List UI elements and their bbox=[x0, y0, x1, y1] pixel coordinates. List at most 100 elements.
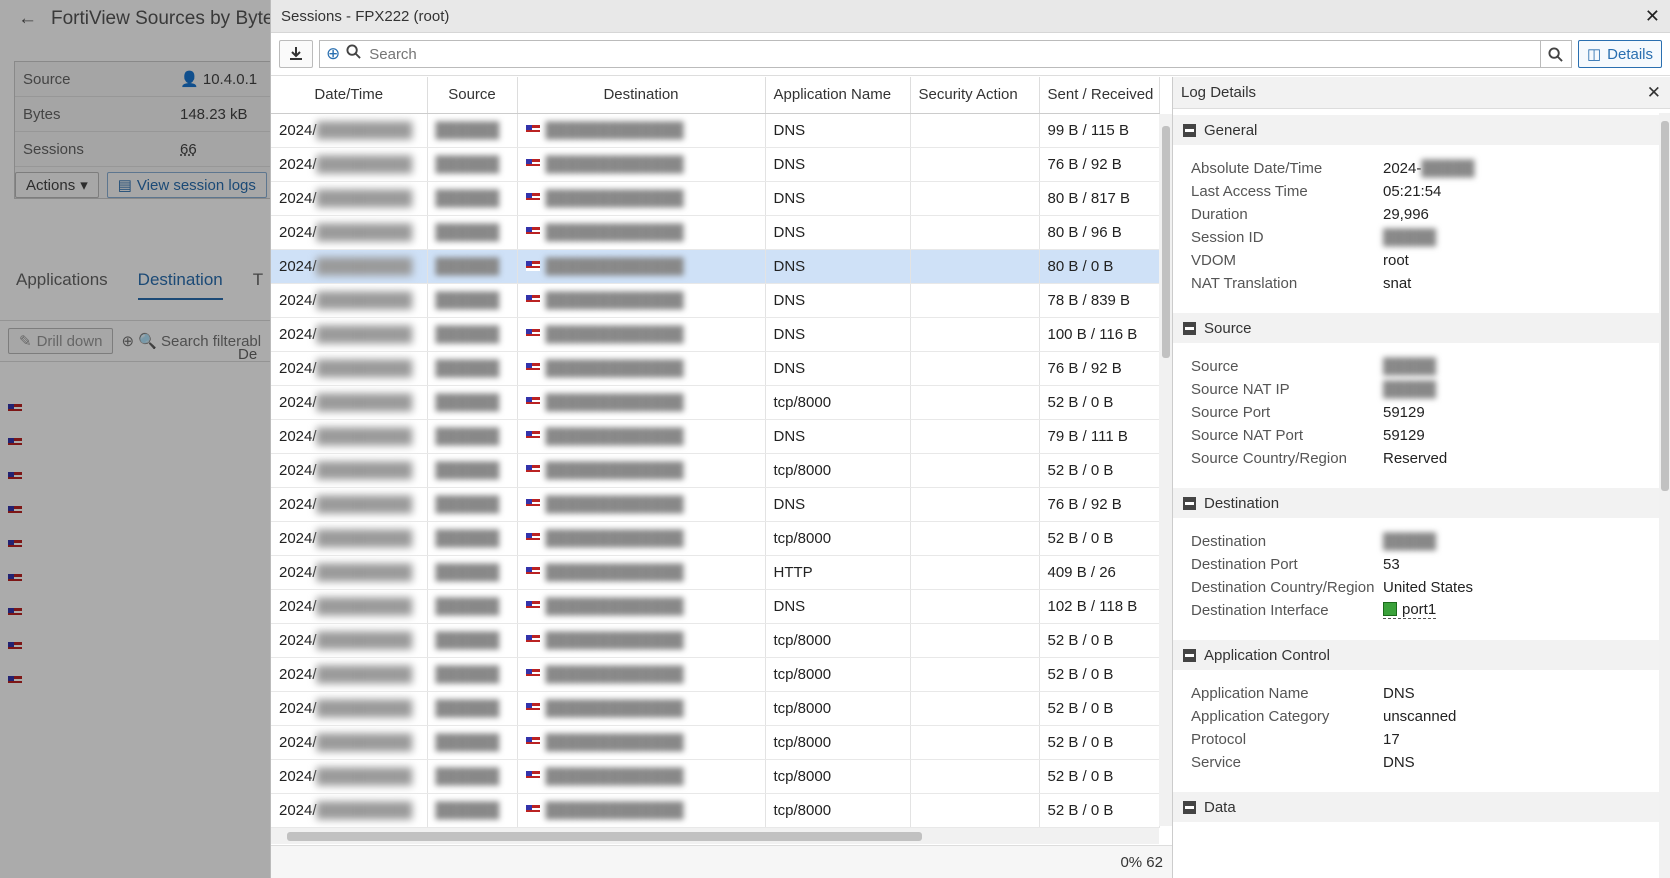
table-row[interactable]: 2024/█████████ ██████ █████████████ tcp/800… bbox=[271, 793, 1160, 828]
horizontal-scrollbar[interactable] bbox=[271, 828, 1159, 844]
table-row[interactable]: 2024/█████████ ██████ █████████████ DNS 99 B… bbox=[271, 113, 1160, 148]
view-session-logs-button[interactable]: ▤ View session logs bbox=[106, 172, 267, 198]
cell-source: ██████ bbox=[427, 215, 518, 250]
redacted-text: █████████ bbox=[316, 801, 413, 819]
table-row[interactable]: 2024/█████████ ██████ █████████████ DNS 79 B… bbox=[271, 419, 1160, 454]
redacted-text: █████████ bbox=[316, 427, 413, 445]
redacted-text: ██████ bbox=[435, 699, 500, 717]
detail-label: Last Access Time bbox=[1191, 183, 1308, 200]
redacted-text: █████████████ bbox=[545, 801, 684, 819]
us-flag-icon bbox=[525, 736, 540, 747]
table-row[interactable]: 2024/█████████ ██████ █████████████ tcp/800… bbox=[271, 385, 1160, 420]
summary-value: 66 bbox=[180, 140, 197, 158]
cell-destination: █████████████ bbox=[517, 555, 766, 590]
table-row[interactable]: 2024/█████████ ██████ █████████████ DNS 80 B… bbox=[271, 181, 1160, 216]
detail-row: Destination Interface port1 bbox=[1173, 599, 1670, 622]
table-row[interactable]: 2024/█████████ ██████ █████████████ DNS 102 … bbox=[271, 589, 1160, 624]
log-details-panel: Log Details ✕ General Absolute Date/Time 2… bbox=[1173, 77, 1670, 878]
search-box[interactable]: ⊕ bbox=[319, 40, 1541, 68]
interface-link[interactable]: port1 bbox=[1383, 601, 1437, 619]
redacted-text: █████████████ bbox=[545, 597, 684, 615]
cell-security-action bbox=[910, 215, 1040, 250]
cell-application: DNS bbox=[765, 249, 911, 284]
redacted-text: █████████████ bbox=[545, 257, 684, 275]
collapse-icon[interactable] bbox=[1183, 321, 1196, 335]
table-header-row: Date/Time Source Destination Application… bbox=[271, 77, 1160, 114]
cell-datetime: 2024/█████████ bbox=[271, 487, 428, 522]
detail-label: Destination Interface bbox=[1191, 602, 1329, 619]
detail-value: 05:21:54 bbox=[1383, 183, 1442, 200]
tab-destination[interactable]: Destination bbox=[137, 270, 223, 300]
section-header-destination[interactable]: Destination bbox=[1173, 488, 1670, 518]
detail-row: Absolute Date/Time 2024-█████ bbox=[1173, 157, 1670, 180]
column-header-security-action[interactable]: Security Action bbox=[910, 77, 1040, 114]
cell-source: ██████ bbox=[427, 555, 518, 590]
datetime-value: 2024/ bbox=[279, 359, 317, 377]
cell-datetime: 2024/█████████ bbox=[271, 249, 428, 284]
section-header-data[interactable]: Data bbox=[1173, 792, 1670, 822]
cell-security-action bbox=[910, 691, 1040, 726]
redacted-text: █████████ bbox=[316, 189, 413, 207]
column-header-source[interactable]: Source bbox=[427, 77, 518, 114]
redacted-text: █████████████ bbox=[545, 155, 684, 173]
table-row[interactable]: 2024/█████████ ██████ █████████████ tcp/800… bbox=[271, 623, 1160, 658]
cell-security-action bbox=[910, 487, 1040, 522]
table-row[interactable]: 2024/█████████ ██████ █████████████ DNS 80 B… bbox=[271, 215, 1160, 250]
redacted-text: █████████████ bbox=[545, 767, 684, 785]
cell-destination: █████████████ bbox=[517, 725, 766, 760]
tab-applications[interactable]: Applications bbox=[16, 270, 108, 300]
table-row[interactable]: 2024/█████████ ██████ █████████████ tcp/800… bbox=[271, 453, 1160, 488]
close-icon[interactable]: ✕ bbox=[1647, 83, 1661, 103]
table-row[interactable]: 2024/█████████ ██████ █████████████ DNS 80 B… bbox=[271, 249, 1160, 284]
detail-row: Service DNS bbox=[1173, 751, 1670, 774]
cell-datetime: 2024/█████████ bbox=[271, 759, 428, 794]
search-input[interactable] bbox=[367, 44, 1540, 64]
section-header-source[interactable]: Source bbox=[1173, 313, 1670, 343]
drill-down-button[interactable]: ✎ Drill down bbox=[8, 328, 114, 354]
redacted-text: █████ bbox=[1383, 229, 1437, 246]
detail-label: Destination bbox=[1191, 533, 1267, 550]
table-row[interactable]: 2024/█████████ ██████ █████████████ DNS 78 B… bbox=[271, 283, 1160, 318]
cell-destination: █████████████ bbox=[517, 657, 766, 692]
cell-source: ██████ bbox=[427, 793, 518, 828]
column-header-destination[interactable]: Destination bbox=[517, 77, 766, 114]
detail-row: Source Country/Region Reserved bbox=[1173, 447, 1670, 470]
table-row[interactable]: 2024/█████████ ██████ █████████████ tcp/800… bbox=[271, 691, 1160, 726]
collapse-icon[interactable] bbox=[1183, 496, 1196, 510]
redacted-text: █████████████ bbox=[545, 189, 684, 207]
datetime-value: 2024/ bbox=[279, 223, 317, 241]
table-row[interactable]: 2024/█████████ ██████ █████████████ DNS 76 B… bbox=[271, 147, 1160, 182]
section-header-general[interactable]: General bbox=[1173, 115, 1670, 145]
column-header-sent-received[interactable]: Sent / Received bbox=[1039, 77, 1160, 114]
actions-button[interactable]: Actions ▾ bbox=[15, 172, 99, 198]
table-row[interactable]: 2024/█████████ ██████ █████████████ DNS 76 B… bbox=[271, 351, 1160, 386]
vertical-scrollbar[interactable] bbox=[1159, 114, 1172, 826]
table-row[interactable]: 2024/█████████ ██████ █████████████ DNS 100 … bbox=[271, 317, 1160, 352]
close-icon[interactable]: ✕ bbox=[1645, 6, 1660, 27]
cell-destination: █████████████ bbox=[517, 113, 766, 148]
download-button[interactable] bbox=[279, 40, 313, 68]
details-button[interactable]: ◫ Details bbox=[1577, 40, 1662, 68]
collapse-icon[interactable] bbox=[1183, 648, 1196, 662]
table-row[interactable]: 2024/█████████ ██████ █████████████ HTTP 409… bbox=[271, 555, 1160, 590]
table-row[interactable]: 2024/█████████ ██████ █████████████ tcp/800… bbox=[271, 759, 1160, 794]
table-row[interactable]: 2024/█████████ ██████ █████████████ tcp/800… bbox=[271, 725, 1160, 760]
us-flag-icon bbox=[525, 328, 540, 339]
table-row[interactable]: 2024/█████████ ██████ █████████████ tcp/800… bbox=[271, 521, 1160, 556]
table-row[interactable]: 2024/█████████ ██████ █████████████ tcp/800… bbox=[271, 657, 1160, 692]
collapse-icon[interactable] bbox=[1183, 123, 1196, 137]
detail-value: unscanned bbox=[1383, 708, 1457, 725]
add-filter-icon[interactable]: ⊕ bbox=[326, 44, 340, 64]
sessions-table: Date/Time Source Destination Application… bbox=[271, 77, 1173, 878]
search-button[interactable] bbox=[1539, 40, 1572, 68]
table-row[interactable]: 2024/█████████ ██████ █████████████ DNS 76 B… bbox=[271, 487, 1160, 522]
back-arrow-icon[interactable]: ← bbox=[18, 8, 37, 30]
column-header-datetime[interactable]: Date/Time bbox=[271, 77, 428, 114]
details-scrollbar[interactable] bbox=[1659, 113, 1670, 878]
log-details-body: General Absolute Date/Time 2024-█████ Last … bbox=[1173, 115, 1670, 822]
tab-other[interactable]: T bbox=[253, 270, 263, 300]
section-title: Destination bbox=[1204, 494, 1280, 512]
collapse-icon[interactable] bbox=[1183, 800, 1196, 814]
column-header-application[interactable]: Application Name bbox=[765, 77, 911, 114]
section-header-application-control[interactable]: Application Control bbox=[1173, 640, 1670, 670]
